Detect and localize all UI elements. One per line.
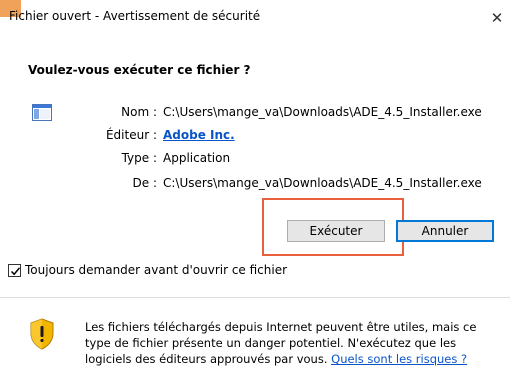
security-shield-icon (29, 318, 55, 353)
cancel-button[interactable]: Annuler (396, 220, 494, 242)
risks-link[interactable]: Quels sont les risques ? (331, 352, 467, 366)
title-bar: Fichier ouvert - Avertissement de sécuri… (0, 0, 510, 38)
dialog-heading: Voulez-vous exécuter ce fichier ? (28, 63, 251, 77)
checkmark-icon (10, 267, 21, 276)
type-value: Application (163, 151, 231, 165)
close-button[interactable]: ✕ (486, 6, 508, 30)
run-button[interactable]: Exécuter (287, 220, 385, 242)
name-label: Nom : (121, 105, 157, 119)
publisher-link[interactable]: Adobe Inc. (163, 128, 235, 142)
from-label: De : (132, 176, 157, 190)
name-value: C:\Users\mange_va\Downloads\ADE_4.5_Inst… (163, 105, 482, 119)
type-label: Type : (121, 151, 157, 165)
close-icon: ✕ (490, 9, 504, 27)
window-title: Fichier ouvert - Avertissement de sécuri… (9, 9, 261, 23)
publisher-label: Éditeur : (105, 128, 157, 142)
from-value: C:\Users\mange_va\Downloads\ADE_4.5_Inst… (163, 176, 482, 190)
warning-message: Les fichiers téléchargés depuis Internet… (85, 319, 505, 367)
always-ask-label[interactable]: Toujours demander avant d'ouvrir ce fich… (25, 263, 287, 277)
always-ask-checkbox[interactable] (8, 264, 21, 277)
